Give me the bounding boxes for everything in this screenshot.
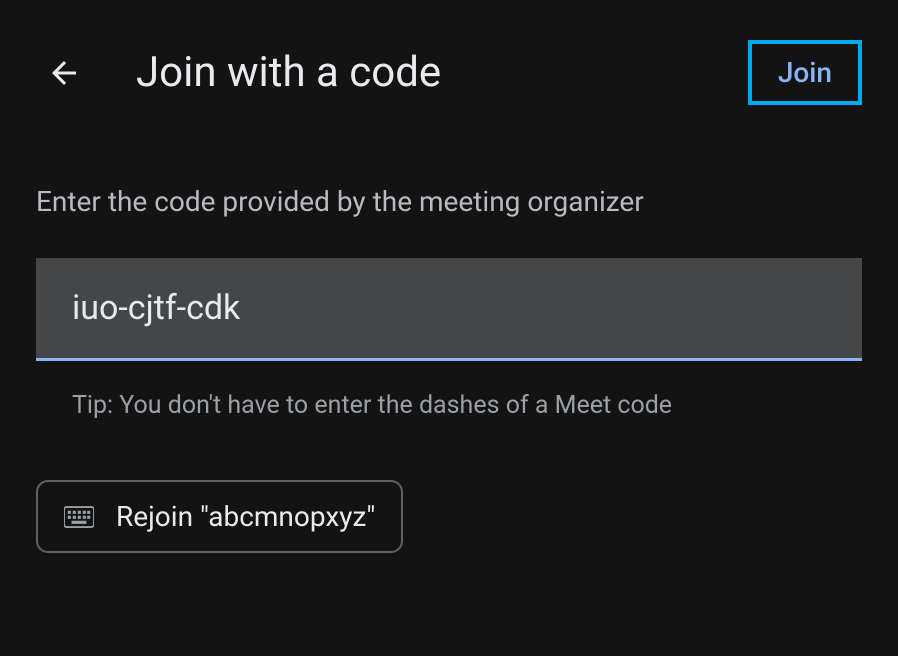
header: Join with a code Join xyxy=(0,0,898,145)
rejoin-button[interactable]: Rejoin "abcmnopxyz" xyxy=(36,480,403,553)
rejoin-label: Rejoin "abcmnopxyz" xyxy=(116,500,375,533)
input-container xyxy=(36,258,862,361)
arrow-left-icon xyxy=(46,55,82,91)
header-left: Join with a code xyxy=(40,48,441,97)
tip-text: Tip: You don't have to enter the dashes … xyxy=(36,391,862,420)
page-title: Join with a code xyxy=(136,48,441,97)
back-button[interactable] xyxy=(40,49,88,97)
content: Enter the code provided by the meeting o… xyxy=(0,145,898,553)
code-input[interactable] xyxy=(36,258,862,361)
instruction-text: Enter the code provided by the meeting o… xyxy=(36,185,862,218)
keyboard-icon xyxy=(64,506,94,528)
join-button[interactable]: Join xyxy=(748,40,862,105)
